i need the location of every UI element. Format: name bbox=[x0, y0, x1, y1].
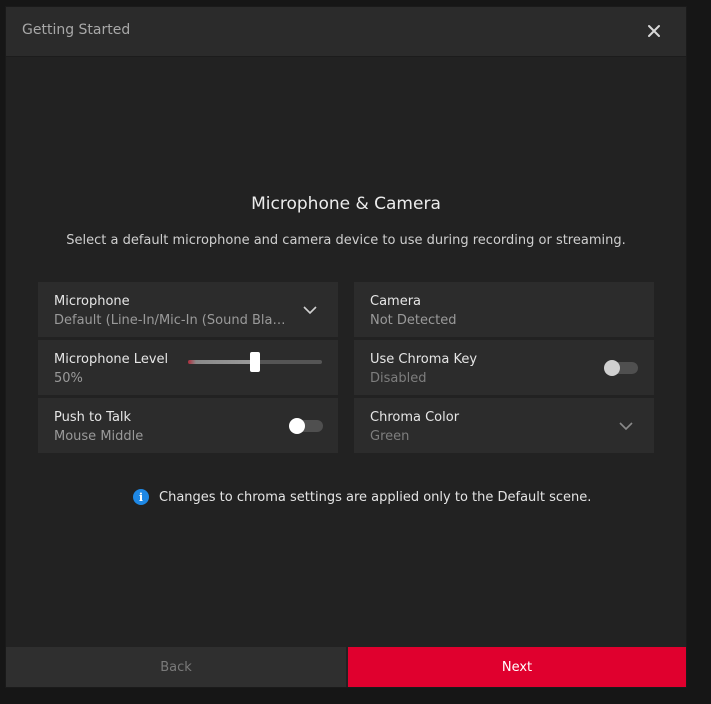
page-description: Select a default microphone and camera d… bbox=[66, 233, 626, 248]
chroma-color-label: Chroma Color bbox=[370, 410, 460, 425]
getting-started-dialog: Getting Started Microphone & Camera Sele… bbox=[6, 7, 686, 687]
chroma-color-select[interactable]: Chroma Color Green bbox=[354, 398, 654, 453]
microphone-label: Microphone bbox=[54, 294, 130, 309]
chroma-color-value: Green bbox=[370, 429, 410, 444]
slider-fill bbox=[188, 360, 255, 364]
microphone-value: Default (Line-In/Mic-In (Sound Bla… bbox=[54, 313, 286, 328]
chevron-down-icon bbox=[303, 306, 317, 315]
camera-select[interactable]: Camera Not Detected bbox=[354, 282, 654, 337]
slider-thumb[interactable] bbox=[250, 352, 260, 372]
page-title: Microphone & Camera bbox=[251, 194, 441, 214]
camera-label: Camera bbox=[370, 294, 422, 309]
chroma-key-label: Use Chroma Key bbox=[370, 352, 478, 367]
push-to-talk-row: Push to Talk Mouse Middle bbox=[38, 398, 338, 453]
window-title: Getting Started bbox=[22, 22, 131, 38]
push-to-talk-toggle[interactable] bbox=[289, 418, 323, 434]
microphone-level-label: Microphone Level bbox=[54, 352, 169, 367]
microphone-level-row: Microphone Level 50% bbox=[38, 340, 338, 395]
back-button[interactable]: Back bbox=[6, 647, 346, 687]
chroma-key-value: Disabled bbox=[370, 371, 427, 386]
next-button[interactable]: Next bbox=[348, 647, 686, 687]
info-text: Changes to chroma settings are applied o… bbox=[159, 489, 592, 505]
chroma-key-row: Use Chroma Key Disabled bbox=[354, 340, 654, 395]
push-to-talk-label: Push to Talk bbox=[54, 410, 132, 425]
microphone-select[interactable]: Microphone Default (Line-In/Mic-In (Soun… bbox=[38, 282, 338, 337]
toggle-knob bbox=[604, 360, 620, 376]
close-icon bbox=[648, 25, 660, 37]
camera-value: Not Detected bbox=[370, 313, 457, 328]
chroma-key-toggle[interactable] bbox=[604, 360, 638, 376]
microphone-level-slider[interactable] bbox=[188, 352, 322, 372]
microphone-level-value: 50% bbox=[54, 371, 83, 386]
toggle-knob bbox=[289, 418, 305, 434]
push-to-talk-value: Mouse Middle bbox=[54, 429, 144, 444]
info-icon: i bbox=[133, 489, 149, 505]
info-message: i Changes to chroma settings are applied… bbox=[133, 489, 591, 505]
footer: Back Next bbox=[6, 647, 686, 687]
titlebar: Getting Started bbox=[6, 7, 686, 57]
chevron-down-icon bbox=[619, 422, 633, 431]
close-button[interactable] bbox=[640, 17, 668, 45]
